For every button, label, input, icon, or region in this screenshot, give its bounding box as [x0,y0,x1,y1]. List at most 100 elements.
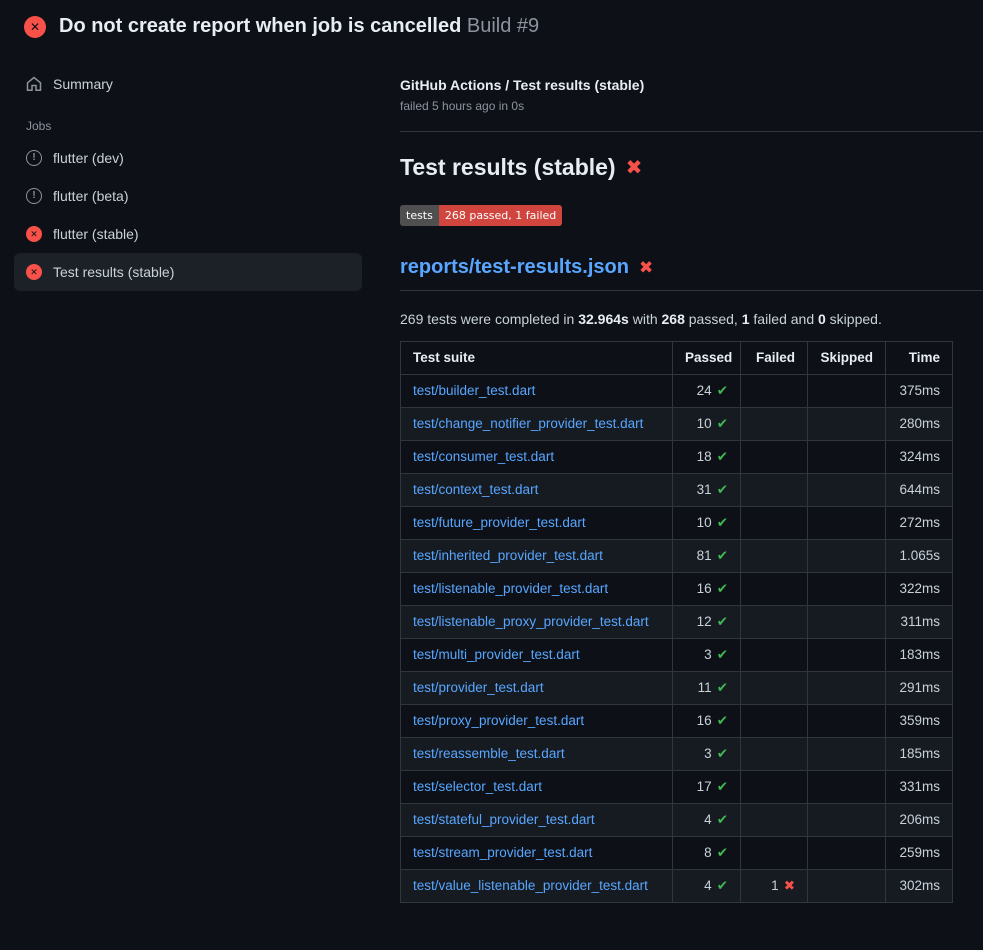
test-suite-link[interactable]: test/context_test.dart [413,482,538,497]
passed-check-icon: ✔ [717,515,728,531]
passed-cell: 81✔ [673,540,741,573]
passed-cell: 18✔ [673,441,741,474]
passed-check-icon: ✔ [717,647,728,663]
time-cell: 324ms [886,441,953,474]
passed-cell: 12✔ [673,606,741,639]
failed-cell: 1✖ [741,870,808,903]
time-cell: 375ms [886,375,953,408]
passed-check-icon: ✔ [717,845,728,861]
count-value: 24 [697,383,712,398]
job-label: flutter (dev) [53,150,124,166]
table-row: test/context_test.dart 31 ✔ 644ms [401,474,953,507]
summary-line: 269 tests were completed in 32.964s with… [400,311,983,327]
passed-cell: 16✔ [673,705,741,738]
col-header-passed: Passed [673,342,741,375]
col-header-failed: Failed [741,342,808,375]
test-suite-link[interactable]: test/change_notifier_provider_test.dart [413,416,643,431]
table-row: test/stateful_provider_test.dart4✔206ms [401,804,953,837]
count-value: 3 [704,746,712,761]
table-row: test/consumer_test.dart 18✔ 324ms [401,441,953,474]
test-suite-link[interactable]: test/proxy_provider_test.dart [413,713,584,728]
table-row: test/multi_provider_test.dart 3 ✔ 183ms [401,639,953,672]
breadcrumb: GitHub Actions / Test results (stable) [400,77,983,93]
count-value: 4 [704,812,712,827]
count-value: 31 [697,482,712,497]
time-cell: 322ms [886,573,953,606]
tests-badge: tests 268 passed, 1 failed [400,205,562,226]
count-value: 1 [771,878,779,893]
failed-cell [741,408,808,441]
skipped-cell [808,441,886,474]
sidebar-item-flutter-beta[interactable]: ! flutter (beta) [14,177,362,215]
results-table: Test suite Passed Failed Skipped Time te… [400,341,953,903]
count-value: 8 [704,845,712,860]
sidebar: Summary Jobs ! flutter (dev) ! flutter (… [0,51,376,291]
test-suite-link[interactable]: test/inherited_provider_test.dart [413,548,603,563]
summary-text: with [629,311,662,327]
time-cell: 644ms [886,474,953,507]
passed-check-icon: ✔ [717,746,728,762]
test-suite-link[interactable]: test/consumer_test.dart [413,449,554,464]
neutral-status-icon: ! [26,188,42,204]
failed-cell [741,771,808,804]
table-row: test/inherited_provider_test.dart81✔1.06… [401,540,953,573]
skipped-cell [808,870,886,903]
test-suite-link[interactable]: test/future_provider_test.dart [413,515,586,530]
failed-x-icon: ✖ [626,158,643,178]
count-value: 16 [697,581,712,596]
count-value: 3 [704,647,712,662]
jobs-section-label: Jobs [14,103,362,139]
passed-check-icon: ✔ [717,581,728,597]
sidebar-item-flutter-dev[interactable]: ! flutter (dev) [14,139,362,177]
suite-cell: test/stateful_provider_test.dart [401,804,673,837]
test-suite-link[interactable]: test/listenable_provider_test.dart [413,581,608,596]
page-title: Do not create report when job is cancell… [59,15,539,38]
test-suite-link[interactable]: test/multi_provider_test.dart [413,647,580,662]
test-suite-link[interactable]: test/selector_test.dart [413,779,542,794]
time-cell: 302ms [886,870,953,903]
test-suite-link[interactable]: test/listenable_proxy_provider_test.dart [413,614,649,629]
summary-passed-count: 268 [662,311,685,327]
table-row: test/value_listenable_provider_test.dart… [401,870,953,903]
skipped-cell [808,738,886,771]
test-suite-link[interactable]: test/stream_provider_test.dart [413,845,592,860]
time-cell: 311ms [886,606,953,639]
sidebar-item-flutter-stable[interactable]: ✕ flutter (stable) [14,215,362,253]
time-cell: 183ms [886,639,953,672]
test-suite-link[interactable]: test/value_listenable_provider_test.dart [413,878,648,893]
test-table-body: test/builder_test.dart 24 ✔ 375ms test/chang… [401,375,953,903]
failed-cell [741,804,808,837]
table-header-row: Test suite Passed Failed Skipped Time [401,342,953,375]
test-suite-link[interactable]: test/stateful_provider_test.dart [413,812,595,827]
summary-label: Summary [53,76,113,92]
test-suite-link[interactable]: test/builder_test.dart [413,383,535,398]
summary-text: failed and [750,311,819,327]
badge-label: tests [400,205,439,226]
time-cell: 359ms [886,705,953,738]
badge-value: 268 passed, 1 failed [439,205,562,226]
skipped-cell [808,507,886,540]
failed-status-icon: ✕ [26,226,42,242]
suite-cell: test/multi_provider_test.dart [401,639,673,672]
test-suite-link[interactable]: test/reassemble_test.dart [413,746,565,761]
skipped-cell [808,573,886,606]
build-number: Build #9 [467,15,539,37]
home-icon [26,76,42,92]
count-value: 11 [698,680,712,695]
table-row: test/listenable_proxy_provider_test.dart… [401,606,953,639]
failed-status-icon: ✕ [26,264,42,280]
test-suite-link[interactable]: test/provider_test.dart [413,680,544,695]
col-header-test-suite: Test suite [401,342,673,375]
sidebar-item-summary[interactable]: Summary [14,65,362,103]
passed-check-icon: ✔ [717,482,728,498]
failed-cell [741,639,808,672]
run-failed-status-icon: ✕ [24,16,46,38]
failed-cell [741,507,808,540]
suite-cell: test/value_listenable_provider_test.dart [401,870,673,903]
failed-cell [741,672,808,705]
suite-cell: test/consumer_test.dart [401,441,673,474]
passed-check-icon: ✔ [717,383,728,399]
sidebar-item-test-results-stable[interactable]: ✕ Test results (stable) [14,253,362,291]
failed-cell [741,738,808,771]
report-link[interactable]: reports/test-results.json [400,256,629,279]
